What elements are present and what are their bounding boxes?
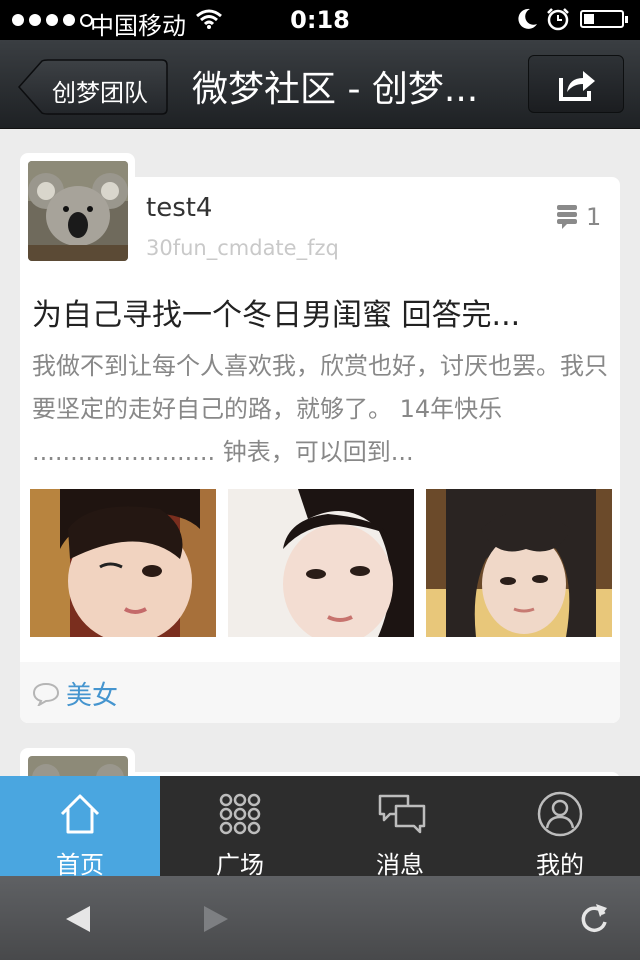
post-image-1[interactable] [30,489,216,637]
tab-mine-label: 我的 [536,851,584,879]
speech-bubble-icon [32,682,60,706]
post-excerpt: 我做不到让每个人喜欢我，欣赏也好，讨厌也罢。我只要坚定的走好自己的路，就够了。 … [32,352,608,466]
user-icon [537,791,583,837]
share-icon [559,71,595,101]
back-button[interactable]: 创梦团队 [18,59,168,115]
avatar[interactable] [20,153,135,268]
comments-icon [557,205,577,229]
tab-messages[interactable]: 消息 [320,776,480,879]
reload-icon[interactable] [580,902,610,934]
post-title[interactable]: 为自己寻找一个冬日男闺蜜 回答完... [32,290,520,334]
back-button-label: 创梦团队 [52,79,148,107]
status-bar: 中国移动 0:18 [0,0,640,40]
post-image-3[interactable] [426,489,612,637]
grid-icon [219,793,261,835]
tab-square[interactable]: 广场 [160,776,320,879]
tab-home[interactable]: 首页 [0,776,160,879]
battery-icon [580,10,628,28]
tab-home-label: 首页 [56,851,104,879]
back-arrow-icon[interactable] [64,904,92,934]
comment-count: 1 [556,203,601,231]
username[interactable]: test4 [146,193,212,223]
tab-square-label: 广场 [216,851,264,879]
home-icon [60,794,100,834]
chat-bubbles-icon [378,794,426,834]
page-title: 微梦社区 - 创梦... [192,69,479,110]
comment-count-value: 1 [586,203,602,231]
moon-icon [518,8,538,36]
user-id: 30fun_cmdate_fzq [146,236,339,260]
tab-bar: 首页 广场 消息 我的 [0,776,640,879]
share-button[interactable] [528,55,624,113]
tab-mine[interactable]: 我的 [480,776,640,879]
alarm-clock-icon [546,7,570,37]
post-tag-link[interactable]: 美女 [66,675,118,712]
browser-toolbar [0,876,640,960]
koala-avatar-image [28,161,128,261]
forward-arrow-icon[interactable] [202,904,230,934]
post-image-2[interactable] [228,489,414,637]
clock-time: 0:18 [290,6,350,34]
tab-messages-label: 消息 [376,851,424,879]
post-tag-bar: 美女 [20,662,620,723]
nav-bar: 创梦团队 微梦社区 - 创梦... [0,40,640,129]
